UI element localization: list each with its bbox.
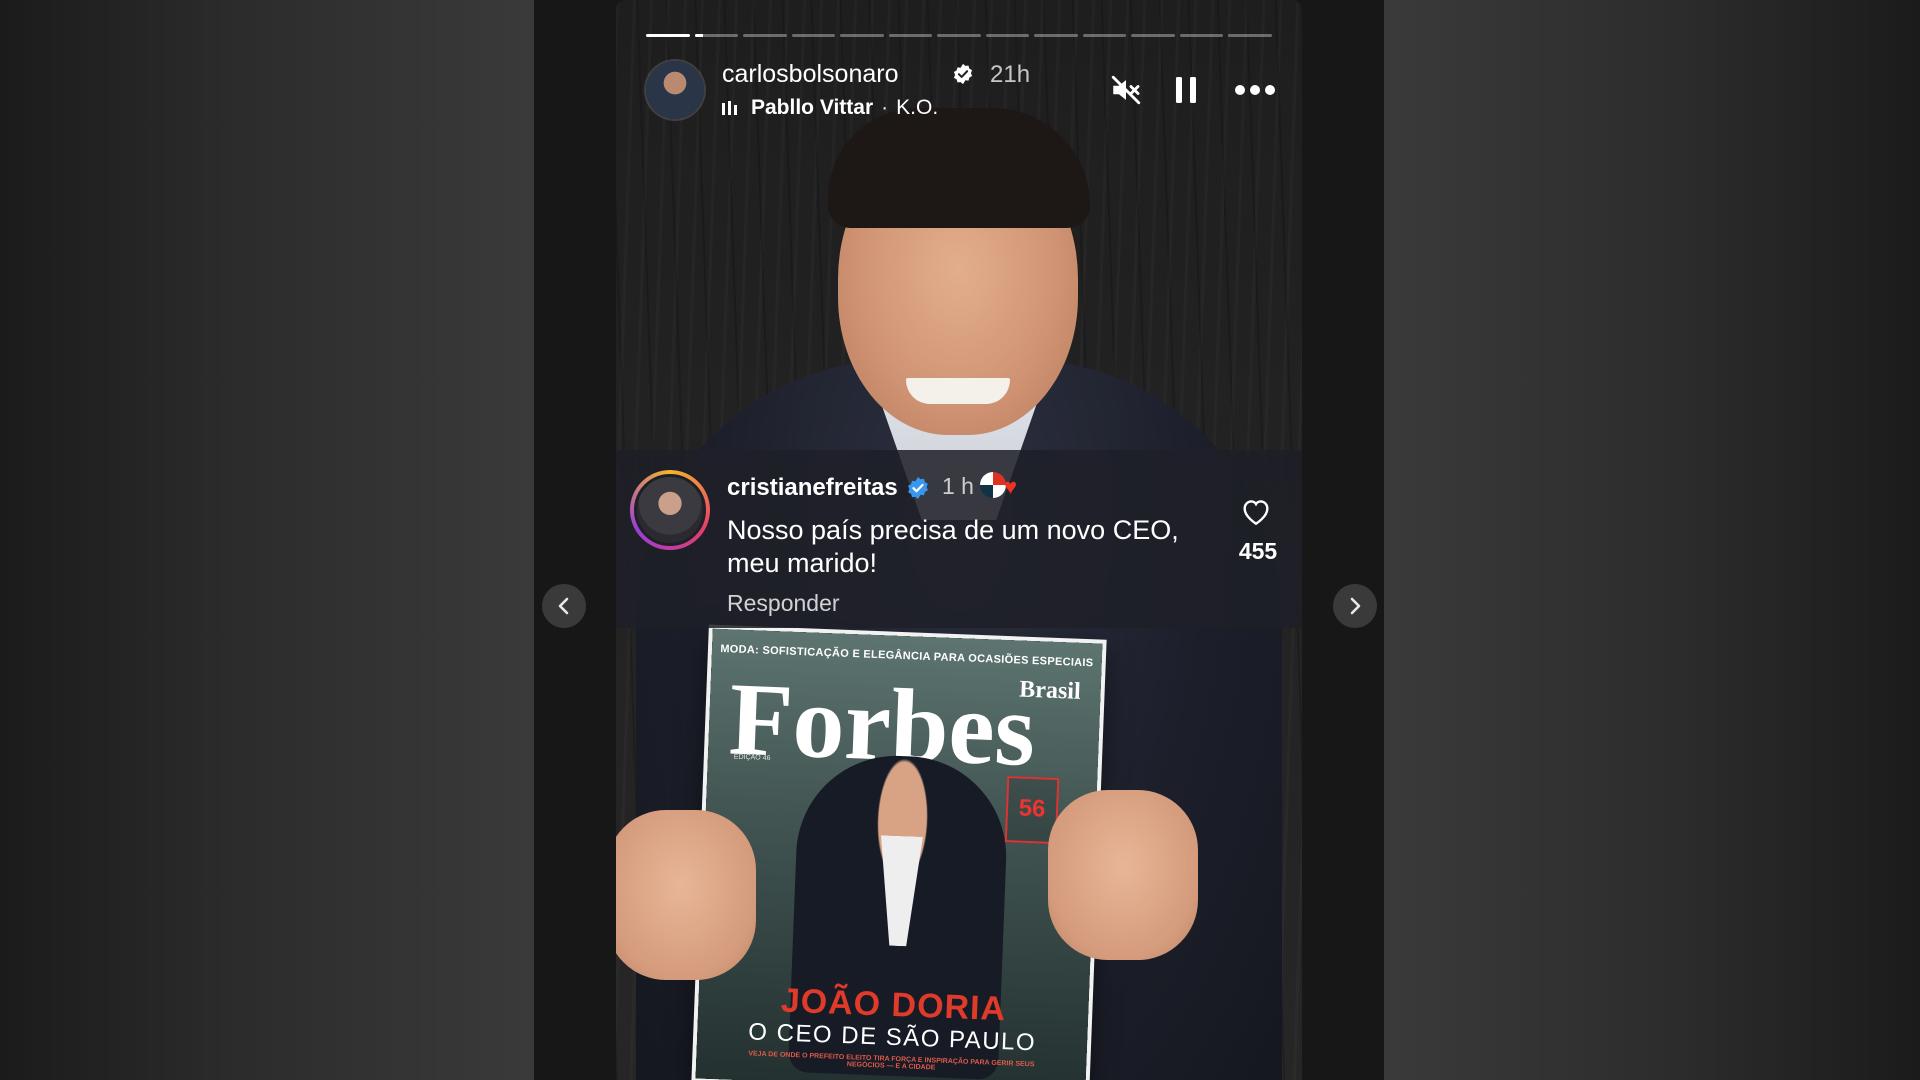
music-artist: Pabllo Vittar <box>751 96 874 119</box>
backdrop-right <box>1384 0 1920 1080</box>
chevron-right-icon <box>1350 597 1361 615</box>
music-attribution[interactable]: Pabllo Vittar · K.O. <box>722 96 938 120</box>
story-timestamp: 21h <box>990 61 1031 88</box>
comment-username[interactable]: cristianefreitas <box>727 474 898 502</box>
reply-button[interactable]: Responder <box>727 590 840 617</box>
uk-flag-emoji <box>980 472 1006 498</box>
audio-bars-icon <box>722 101 737 115</box>
comment-like-count: 455 <box>1238 538 1278 564</box>
backdrop-left <box>0 0 534 1080</box>
next-story-button[interactable] <box>1333 584 1377 628</box>
right-hand <box>1048 790 1198 960</box>
more-options-button[interactable] <box>1230 70 1280 110</box>
comment-avatar-ring[interactable] <box>630 470 710 550</box>
music-separator: · <box>881 96 889 119</box>
previous-story-button[interactable] <box>542 584 586 628</box>
comment-overlay: cristianefreitas 1 h ♥ Nosso país precis… <box>616 450 1302 628</box>
story-viewer[interactable]: MODA: SOFISTICAÇÃO E ELEGÂNCIA PARA OCAS… <box>616 0 1302 1080</box>
pause-icon <box>1176 77 1196 103</box>
story-progress-segment <box>1228 34 1272 37</box>
red-heart-emoji: ♥ <box>1004 474 1018 499</box>
magazine-edition: EDIÇÃO 46 <box>733 753 771 762</box>
more-horizontal-icon <box>1235 85 1275 95</box>
story-progress-fill <box>646 34 690 37</box>
music-track: K.O. <box>896 96 939 119</box>
avatar[interactable] <box>646 61 704 119</box>
story-username[interactable]: carlosbolsonaro <box>722 60 899 89</box>
story-progress-segment <box>743 34 787 37</box>
verified-icon <box>953 63 973 85</box>
story-progress-segment <box>791 34 836 37</box>
story-progress-segment <box>1131 34 1175 37</box>
mute-button[interactable] <box>1106 70 1146 110</box>
story-progress-segment <box>1179 34 1224 37</box>
story-progress-segment <box>646 34 690 37</box>
story-progress-segment <box>937 34 981 37</box>
left-hand <box>616 810 756 980</box>
story-progress-segment <box>888 34 933 37</box>
story-progress-segment <box>1082 34 1127 37</box>
story-progress-segment <box>694 34 739 37</box>
speaker-muted-icon <box>1111 75 1141 105</box>
pause-button[interactable] <box>1166 70 1206 110</box>
person-smile <box>906 378 1010 404</box>
comment-text: Nosso país precisa de um novo CEO, meu m… <box>727 515 1179 578</box>
story-progress-segment <box>1034 34 1078 37</box>
comment-avatar <box>634 474 706 546</box>
chevron-left-icon <box>558 597 569 615</box>
comment-time: 1 h <box>942 473 974 499</box>
heart-outline-icon[interactable] <box>1240 496 1272 526</box>
story-progress-bar <box>646 34 1272 37</box>
comment-verified-icon <box>908 477 928 499</box>
story-progress-fill <box>694 34 704 37</box>
magazine-cover: MODA: SOFISTICAÇÃO E ELEGÂNCIA PARA OCAS… <box>695 628 1103 1080</box>
magazine-edition-region: Brasil <box>1018 676 1082 705</box>
story-progress-segment <box>840 34 884 37</box>
story-header: carlosbolsonaro 21h Pabllo Vittar · K.O. <box>646 58 1275 122</box>
story-progress-segment <box>985 34 1030 37</box>
